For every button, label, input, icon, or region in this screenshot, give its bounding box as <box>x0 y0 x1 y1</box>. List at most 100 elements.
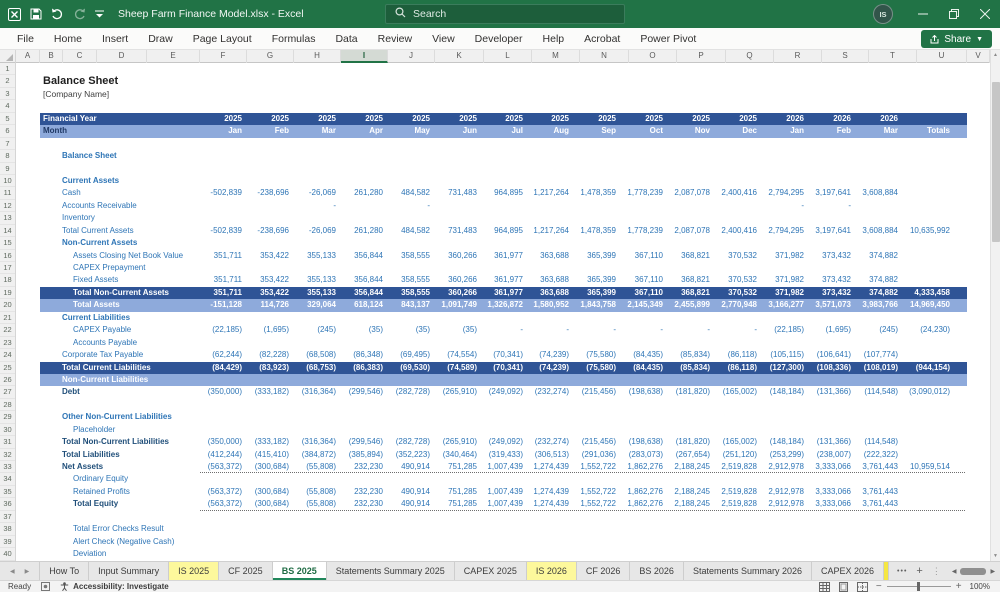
cell-Q11[interactable]: 2,400,416 <box>711 187 757 199</box>
cell-N5[interactable]: 2025 <box>570 113 616 125</box>
row-label-32[interactable]: Total Liabilities <box>62 449 120 461</box>
cell-J19[interactable]: 358,555 <box>384 287 430 299</box>
row-label-17[interactable]: CAPEX Prepayment <box>73 262 145 274</box>
cell-L27[interactable]: (249,092) <box>477 386 523 398</box>
cell-Q35[interactable]: 2,519,828 <box>711 486 757 498</box>
cell-J25[interactable]: (69,530) <box>384 362 430 374</box>
cell-K31[interactable]: (265,910) <box>431 436 477 448</box>
cell-I27[interactable]: (299,546) <box>337 386 383 398</box>
cell-I35[interactable]: 232,230 <box>337 486 383 498</box>
sheet-tab-how-to[interactable]: How To <box>39 562 89 580</box>
row-label-8[interactable]: Balance Sheet <box>62 150 117 162</box>
cell-O16[interactable]: 367,110 <box>617 250 663 262</box>
cell-S11[interactable]: 3,197,641 <box>805 187 851 199</box>
cell-R16[interactable]: 371,982 <box>758 250 804 262</box>
col-header-E[interactable]: E <box>147 50 200 63</box>
cell-P20[interactable]: 2,455,899 <box>664 299 710 311</box>
col-header-T[interactable]: T <box>869 50 917 63</box>
row-header-39[interactable]: 39 <box>0 536 15 548</box>
share-button[interactable]: Share ▼ <box>921 30 992 48</box>
cell-Q14[interactable]: 2,400,416 <box>711 225 757 237</box>
row-header-6[interactable]: 6 <box>0 125 15 137</box>
cell-K33[interactable]: 751,285 <box>431 461 477 473</box>
cell-Q16[interactable]: 370,532 <box>711 250 757 262</box>
cell-J35[interactable]: 490,914 <box>384 486 430 498</box>
save-icon[interactable] <box>30 8 42 20</box>
cell-L19[interactable]: 361,977 <box>477 287 523 299</box>
ribbon-tab-file[interactable]: File <box>8 28 43 50</box>
sheet-tab-statements-summary-2026[interactable]: Statements Summary 2026 <box>684 562 812 580</box>
cell-N22[interactable]: - <box>570 324 616 336</box>
sheet-tab-is-2026[interactable]: IS 2026 <box>527 562 577 580</box>
cell-N20[interactable]: 1,843,758 <box>570 299 616 311</box>
row-header-25[interactable]: 25 <box>0 362 15 374</box>
cell-N6[interactable]: Sep <box>570 125 616 137</box>
cell-T5[interactable]: 2026 <box>852 113 898 125</box>
row-label-21[interactable]: Current Liabilities <box>62 312 130 324</box>
cell-R36[interactable]: 2,912,978 <box>758 498 804 510</box>
row-header-36[interactable]: 36 <box>0 498 15 510</box>
search-box[interactable]: Search <box>385 4 625 24</box>
scroll-up-icon[interactable]: ▲ <box>991 50 1000 60</box>
cell-S22[interactable]: (1,695) <box>805 324 851 336</box>
row-header-27[interactable]: 27 <box>0 386 15 398</box>
row-label-34[interactable]: Ordinary Equity <box>73 473 128 485</box>
cell-H35[interactable]: (55,808) <box>290 486 336 498</box>
ribbon-tab-home[interactable]: Home <box>45 28 91 50</box>
cell-J22[interactable]: (35) <box>384 324 430 336</box>
row-header-12[interactable]: 12 <box>0 200 15 212</box>
cell-H5[interactable]: 2025 <box>290 113 336 125</box>
cell-M19[interactable]: 363,688 <box>523 287 569 299</box>
cell-Q20[interactable]: 2,770,948 <box>711 299 757 311</box>
sheet-nav-prev-icon[interactable]: ◀ <box>10 568 15 575</box>
cell-J11[interactable]: 484,582 <box>384 187 430 199</box>
row-header-1[interactable]: 1 <box>0 63 15 75</box>
col-header-A[interactable]: A <box>16 50 40 63</box>
cell-L31[interactable]: (249,092) <box>477 436 523 448</box>
cell-U33[interactable]: 10,959,514 <box>890 461 950 473</box>
cell-F6[interactable]: Jan <box>196 125 242 137</box>
ribbon-tab-help[interactable]: Help <box>534 28 574 50</box>
sheet-tab-input-summary[interactable]: Input Summary <box>89 562 169 580</box>
cell-S20[interactable]: 3,571,073 <box>805 299 851 311</box>
row-label-20[interactable]: Total Assets <box>73 299 120 311</box>
cell-M18[interactable]: 363,688 <box>523 274 569 286</box>
row-header-23[interactable]: 23 <box>0 337 15 349</box>
ribbon-tab-draw[interactable]: Draw <box>139 28 182 50</box>
cell-G35[interactable]: (300,684) <box>243 486 289 498</box>
cell-L6[interactable]: Jul <box>477 125 523 137</box>
cell-J16[interactable]: 358,555 <box>384 250 430 262</box>
cell-Q19[interactable]: 370,532 <box>711 287 757 299</box>
row-header-9[interactable]: 9 <box>0 163 15 175</box>
row-header-29[interactable]: 29 <box>0 411 15 423</box>
row-header-13[interactable]: 13 <box>0 212 15 224</box>
col-header-B[interactable]: B <box>40 50 63 63</box>
cell-P27[interactable]: (181,820) <box>664 386 710 398</box>
cell-P36[interactable]: 2,188,245 <box>664 498 710 510</box>
cell-G36[interactable]: (300,684) <box>243 498 289 510</box>
tab-scroll-right-icon[interactable]: ▶ <box>990 568 995 575</box>
cell-R19[interactable]: 371,982 <box>758 287 804 299</box>
row-label-19[interactable]: Total Non-Current Assets <box>73 287 169 299</box>
zoom-slider-thumb[interactable] <box>917 582 920 591</box>
cell-O19[interactable]: 367,110 <box>617 287 663 299</box>
cell-P18[interactable]: 368,821 <box>664 274 710 286</box>
cell-H25[interactable]: (68,753) <box>290 362 336 374</box>
sheet-tab-statements-summary-2025[interactable]: Statements Summary 2025 <box>327 562 455 580</box>
cell-O20[interactable]: 2,145,349 <box>617 299 663 311</box>
cell-G18[interactable]: 353,422 <box>243 274 289 286</box>
cell-N27[interactable]: (215,456) <box>570 386 616 398</box>
cell-Q27[interactable]: (165,002) <box>711 386 757 398</box>
cell-O18[interactable]: 367,110 <box>617 274 663 286</box>
cell-R33[interactable]: 2,912,978 <box>758 461 804 473</box>
row-header-14[interactable]: 14 <box>0 225 15 237</box>
cell-P32[interactable]: (267,654) <box>664 449 710 461</box>
cell-R25[interactable]: (127,300) <box>758 362 804 374</box>
cell-N35[interactable]: 1,552,722 <box>570 486 616 498</box>
cell-R11[interactable]: 2,794,295 <box>758 187 804 199</box>
cell-S24[interactable]: (106,641) <box>805 349 851 361</box>
cell-T24[interactable]: (107,774) <box>852 349 898 361</box>
cell-P25[interactable]: (85,834) <box>664 362 710 374</box>
col-header-J[interactable]: J <box>388 50 435 63</box>
ribbon-tab-page-layout[interactable]: Page Layout <box>184 28 261 50</box>
